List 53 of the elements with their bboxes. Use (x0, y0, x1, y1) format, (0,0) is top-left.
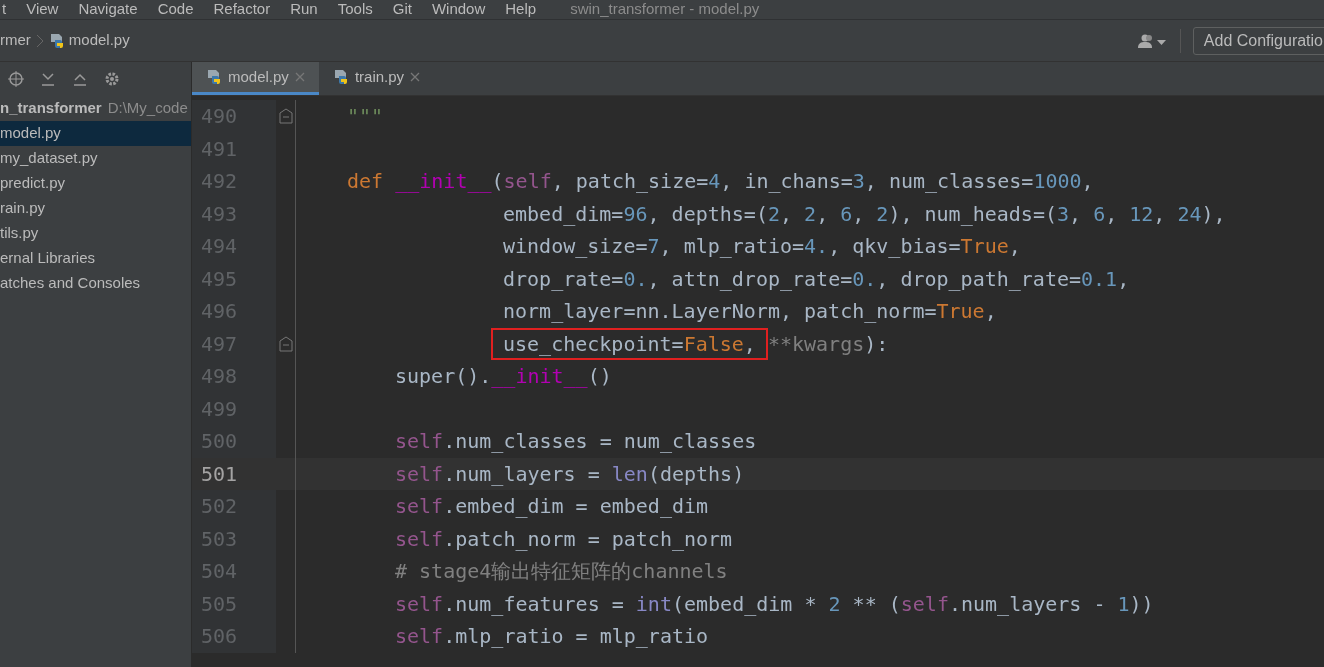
menu-item[interactable]: Tools (337, 0, 373, 21)
code-line: super().__init__() (395, 363, 612, 391)
tree-item[interactable]: atches and Consoles (0, 271, 191, 296)
tree-item[interactable]: model.py (0, 121, 191, 146)
code-line: self.mlp_ratio = mlp_ratio (395, 623, 709, 651)
menu-item[interactable]: Code (157, 0, 194, 21)
project-root[interactable]: n_transformer (0, 97, 102, 120)
run-configuration-button[interactable]: Add Configuratio (1192, 26, 1324, 55)
project-path: D:\My_code (107, 98, 188, 119)
editor-tab[interactable]: train.py (318, 62, 435, 95)
settings-icon[interactable] (104, 71, 120, 87)
code-line: norm_layer=nn.LayerNorm, patch_norm=True, (503, 298, 997, 326)
menu-item[interactable]: Window (431, 0, 486, 21)
fold-marker-icon[interactable] (278, 335, 293, 352)
highlight-box: use_checkpoint=False, (491, 327, 768, 360)
menu-item[interactable]: Navigate (78, 0, 138, 21)
editor-tab[interactable]: model.py (192, 62, 319, 95)
close-icon[interactable] (410, 72, 421, 82)
menu-item[interactable]: Git (392, 0, 412, 21)
python-file-icon (206, 69, 222, 85)
python-file-icon (48, 32, 65, 49)
code-line: drop_rate=0., attn_drop_rate=0., drop_path_rate=0.1, (503, 265, 1130, 293)
code-line: self.patch_norm = patch_norm (395, 525, 733, 553)
expand-all-icon[interactable] (40, 71, 56, 87)
code-line: """ (347, 103, 384, 131)
code-line: # stage4输出特征矩阵的channels (395, 558, 728, 586)
breadcrumb-item[interactable]: rmer (0, 29, 31, 52)
menu-item[interactable]: Help (505, 0, 537, 21)
tree-item[interactable]: my_dataset.py (0, 146, 191, 171)
code-line: def __init__(self, patch_size=4, in_chans=3, num_classes=1000, (347, 168, 1094, 196)
code-line: self.num_layers = len(depths) (395, 460, 745, 488)
line-number: 501 (201, 460, 238, 488)
users-icon[interactable] (1135, 32, 1168, 49)
breadcrumb-item[interactable]: model.py (68, 29, 130, 52)
chevron-right-icon (34, 33, 45, 48)
code-line: embed_dim=96, depths=(2, 2, 6, 2), num_heads=(3, 6, 12, 24), (503, 200, 1226, 228)
python-file-icon (332, 69, 349, 85)
crosshair-icon[interactable] (8, 71, 24, 87)
collapse-all-icon[interactable] (72, 71, 88, 87)
code-line: self.num_classes = num_classes (395, 428, 757, 456)
window-title: swin_transformer - model.py (570, 0, 760, 20)
menu-item[interactable]: View (26, 0, 59, 21)
tree-item[interactable]: tils.py (0, 221, 191, 246)
code-line: window_size=7, mlp_ratio=4., qkv_bias=True, (503, 233, 1021, 261)
menu-item[interactable]: t (2, 0, 7, 21)
tree-item[interactable]: ernal Libraries (0, 246, 191, 271)
menu-item[interactable]: Refactor (213, 0, 271, 21)
menu-item[interactable]: Run (290, 0, 318, 21)
tree-item[interactable]: rain.py (0, 196, 191, 221)
fold-marker-icon[interactable] (278, 108, 293, 125)
code-line: self.embed_dim = embed_dim (395, 493, 709, 521)
code-line: self.num_features = int(embed_dim * 2 ** (self.num_layers - 1)) (395, 590, 1154, 618)
tree-item[interactable]: predict.py (0, 171, 191, 196)
